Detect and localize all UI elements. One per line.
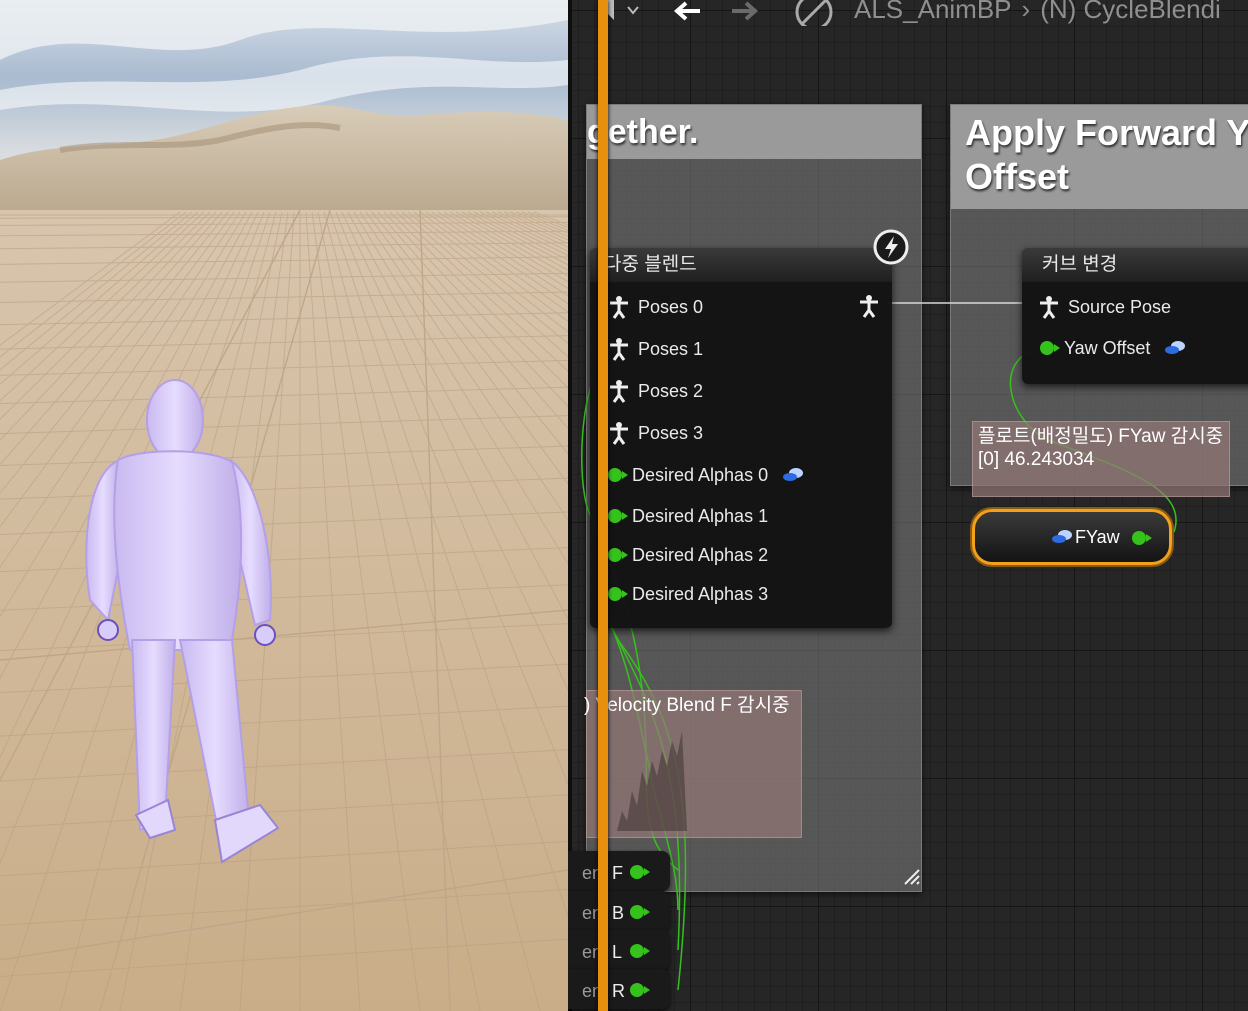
blend-pin-label: Poses 2: [638, 380, 704, 401]
pose-pin-icon: [1040, 296, 1058, 319]
blend-pin-label: Desired Alphas 3: [632, 583, 769, 604]
fyaw-variable-node[interactable]: FYaw: [972, 509, 1172, 565]
output-pose-pin-icon[interactable]: [858, 294, 880, 323]
viewport-scene: [0, 0, 568, 1011]
fast-path-lightning-icon: [872, 228, 910, 271]
blend-pin-label: Desired Alphas 0: [632, 464, 769, 485]
velocity-blend-getter-node[interactable]: en L: [568, 930, 670, 970]
pose-pin-icon: [610, 380, 628, 403]
fyaw-variable-label: FYaw: [1075, 527, 1120, 547]
source-pose-label: Source Pose: [1068, 296, 1172, 317]
level-viewport[interactable]: [0, 0, 568, 1011]
yaw-offset-label: Yaw Offset: [1064, 337, 1151, 358]
getter-output-pin[interactable]: [630, 944, 650, 958]
getter-output-pin[interactable]: [630, 983, 650, 997]
blend-pin-2[interactable]: Poses 2: [608, 377, 703, 405]
blend-pin-3[interactable]: Poses 3: [608, 419, 703, 447]
getter-output-pin[interactable]: [630, 905, 650, 919]
float-pin-icon: [608, 587, 628, 601]
pose-pin-icon: [610, 422, 628, 445]
watch-glasses-icon: [783, 468, 804, 481]
blend-pin-label: Desired Alphas 2: [632, 544, 769, 565]
blend-pin-label: Poses 1: [638, 338, 704, 359]
blend-pin-0[interactable]: Poses 0: [608, 293, 703, 321]
getter-label: F: [612, 863, 623, 883]
blend-pin-4[interactable]: Desired Alphas 0: [608, 461, 804, 489]
getter-output-pin[interactable]: [630, 865, 650, 879]
fyaw-output-pin[interactable]: [1132, 531, 1152, 545]
watch-glasses-icon: [1165, 341, 1186, 354]
velocity-blend-getter-node[interactable]: en R: [568, 969, 670, 1009]
modify-curve-node-title: 커브 변경: [1022, 248, 1248, 282]
fyaw-watch-line1: 플로트(배정밀도) FYaw 감시중: [978, 426, 1224, 447]
velocity-blend-watch-text: ) Velocity Blend F 감시중: [584, 695, 790, 716]
velocity-blend-watch-tooltip: ) Velocity Blend F 감시중: [584, 690, 802, 838]
multi-blend-node-title: 다중 블렌드: [590, 248, 892, 282]
watch-glasses-icon: [1052, 530, 1072, 543]
blend-pin-5[interactable]: Desired Alphas 1: [608, 502, 768, 530]
blend-pin-6[interactable]: Desired Alphas 2: [608, 541, 768, 569]
anim-graph-editor[interactable]: ALS_AnimBP › (N) CycleBlendi gether. Apply…: [568, 0, 1248, 1011]
watch-history-graph: [617, 731, 687, 831]
selected-pose-wire[interactable]: [598, 0, 608, 1011]
pose-pin-icon: [610, 296, 628, 319]
fyaw-watch-tooltip: 플로트(배정밀도) FYaw 감시중 [0] 46.243034: [972, 421, 1230, 497]
multi-blend-node[interactable]: 다중 블렌드 Poses 0 Poses 1 Poses 2 Poses 3 Desir…: [590, 229, 909, 628]
float-pin-icon: [608, 509, 628, 523]
velocity-blend-getter-node[interactable]: en F: [568, 851, 670, 891]
getter-label: R: [612, 981, 625, 1001]
blend-pin-7[interactable]: Desired Alphas 3: [608, 580, 768, 608]
velocity-blend-getter-node[interactable]: en B: [568, 891, 670, 931]
float-pin-icon: [608, 468, 628, 482]
getter-label: B: [612, 903, 625, 923]
pose-pin-icon: [610, 338, 628, 361]
blend-pin-label: Poses 0: [638, 296, 704, 317]
float-pin-icon: [1040, 341, 1060, 355]
yaw-offset-pin[interactable]: Yaw Offset: [1040, 334, 1186, 362]
blend-pin-1[interactable]: Poses 1: [608, 335, 703, 363]
fyaw-watch-value: [0] 46.243034: [978, 449, 1095, 470]
source-pose-pin[interactable]: Source Pose: [1038, 293, 1171, 321]
getter-label: L: [612, 942, 623, 962]
blend-pin-label: Desired Alphas 1: [632, 505, 769, 526]
modify-curve-node[interactable]: 커브 변경 Source Pose Yaw Offset: [1022, 248, 1248, 384]
blend-pin-label: Poses 3: [638, 422, 704, 443]
float-pin-icon: [608, 548, 628, 562]
